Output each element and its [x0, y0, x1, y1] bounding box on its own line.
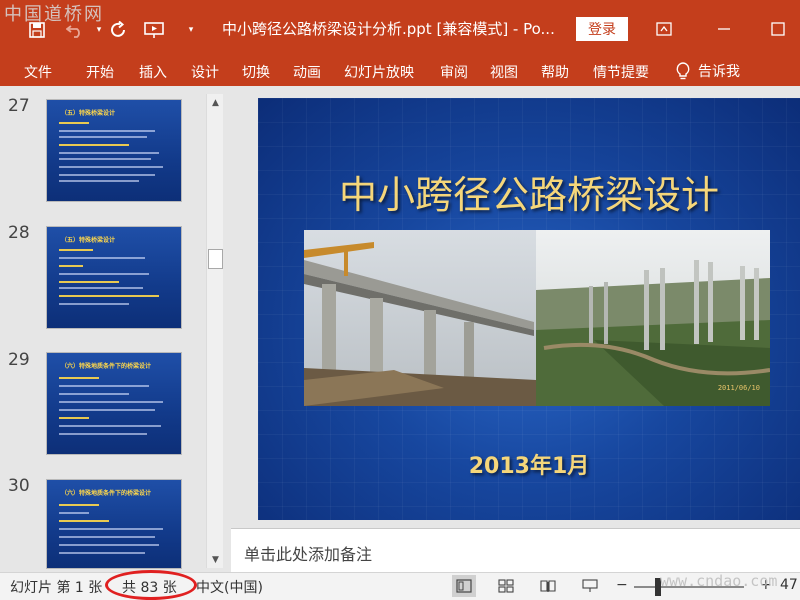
- slide-indicator[interactable]: 幻灯片 第 1 张: [10, 577, 102, 597]
- maximize-icon[interactable]: [766, 18, 790, 40]
- tab-animations[interactable]: 动画: [293, 62, 321, 82]
- tell-me-box[interactable]: 告诉我: [676, 61, 740, 81]
- ribbon-tabs: 文件 开始 插入 设计 切换 动画 幻灯片放映 审阅 视图 帮助 情节提要 告诉…: [0, 58, 800, 86]
- slide-title[interactable]: 中小跨径公路桥梁设计: [258, 164, 800, 219]
- slide-thumbnail[interactable]: （五）特殊桥梁设计: [46, 226, 182, 329]
- tab-design[interactable]: 设计: [191, 62, 219, 82]
- slide-thumbnail[interactable]: （五）特殊桥梁设计: [46, 99, 182, 202]
- minimize-icon[interactable]: [712, 18, 736, 40]
- scroll-down-icon[interactable]: ▼: [207, 551, 224, 568]
- thumbnail-title: （五）特殊桥梁设计: [61, 237, 116, 244]
- title-bar: ▾ ▾ 中小跨径公路桥梁设计分析.ppt [兼容模式] - Po... 登录: [0, 0, 800, 58]
- thumbnail-number: 28: [8, 223, 30, 243]
- tab-file[interactable]: 文件: [24, 62, 52, 82]
- thumbnail-number: 29: [8, 350, 30, 370]
- reading-view-icon[interactable]: [536, 575, 560, 597]
- current-slide[interactable]: 中小跨径公路桥梁设计 2011/06/10 2013年1月: [258, 98, 800, 520]
- redo-icon[interactable]: [108, 19, 130, 41]
- language-indicator[interactable]: 中文(中国): [196, 577, 263, 597]
- photo-date-stamp: 2011/06/10: [717, 384, 760, 392]
- tab-insert[interactable]: 插入: [139, 62, 167, 82]
- slide-thumbnail[interactable]: （六）特殊地质条件下的桥梁设计: [46, 352, 182, 455]
- thumbnail-title: （五）特殊桥梁设计: [61, 110, 116, 117]
- customize-qat-icon[interactable]: ▾: [180, 19, 202, 41]
- document-title: 中小跨径公路桥梁设计分析.ppt [兼容模式] - Po...: [222, 20, 555, 38]
- thumbnail-number: 27: [8, 96, 30, 116]
- tab-slideshow[interactable]: 幻灯片放映: [344, 62, 414, 82]
- slide-count: 共 83 张: [122, 580, 177, 596]
- ribbon-display-options-icon[interactable]: [652, 18, 676, 40]
- zoom-percent[interactable]: 47: [780, 577, 798, 593]
- slide-date[interactable]: 2013年1月: [258, 448, 800, 480]
- thumbnail-title: （六）特殊地质条件下的桥梁设计: [61, 363, 152, 370]
- present-from-start-icon[interactable]: [144, 19, 166, 41]
- notes-placeholder: 单击此处添加备注: [244, 545, 373, 564]
- tab-transitions[interactable]: 切换: [242, 62, 270, 82]
- slide-sorter-icon[interactable]: [494, 575, 518, 597]
- lightbulb-icon: [676, 62, 690, 80]
- tab-storyboarding[interactable]: 情节提要: [593, 62, 649, 82]
- login-button[interactable]: 登录: [576, 17, 628, 41]
- tab-view[interactable]: 视图: [490, 62, 518, 82]
- slide-thumbnail[interactable]: （六）特殊地质条件下的桥梁设计: [46, 479, 182, 569]
- tell-me-label: 告诉我: [698, 64, 740, 80]
- watermark-top-left: 中国道桥网: [4, 4, 104, 25]
- slideshow-view-icon[interactable]: [578, 575, 602, 597]
- tab-review[interactable]: 审阅: [440, 62, 468, 82]
- scroll-up-icon[interactable]: ▲: [207, 94, 224, 111]
- thumbnail-scrollbar[interactable]: ▲ ▼: [206, 94, 223, 568]
- normal-view-icon[interactable]: [452, 575, 476, 597]
- scrollbar-thumb[interactable]: [208, 249, 223, 269]
- zoom-out-button[interactable]: −: [616, 577, 628, 593]
- bridge-photo[interactable]: 2011/06/10: [304, 230, 770, 406]
- tab-home[interactable]: 开始: [86, 62, 114, 82]
- watermark-bottom-right: www.cndao.com: [660, 572, 778, 590]
- notes-pane[interactable]: 单击此处添加备注: [231, 528, 800, 572]
- thumbnail-number: 30: [8, 476, 30, 496]
- tab-help[interactable]: 帮助: [541, 62, 569, 82]
- thumbnail-title: （六）特殊地质条件下的桥梁设计: [61, 490, 152, 497]
